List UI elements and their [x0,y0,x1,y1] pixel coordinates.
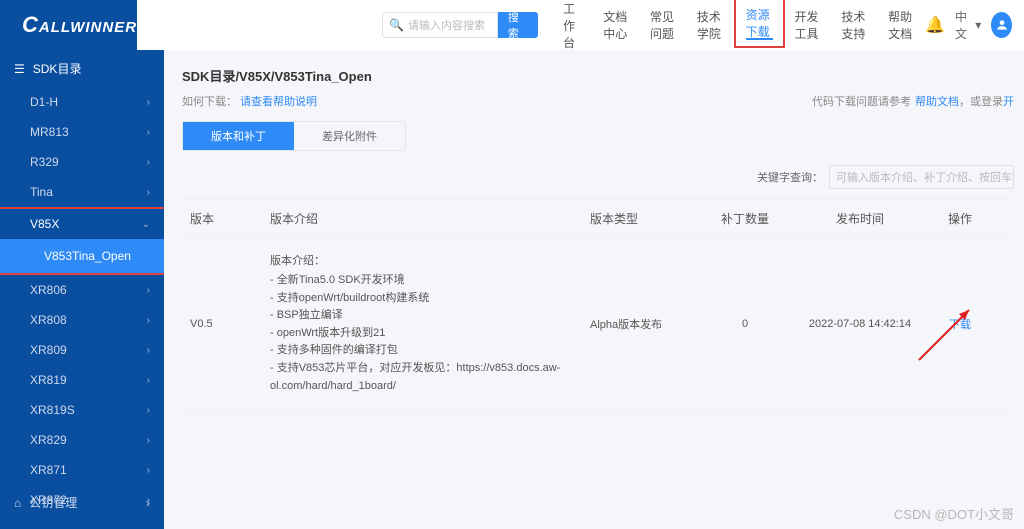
breadcrumb: SDK目录/V85X/V853Tina_Open [182,66,1014,85]
search-icon: 🔍 [389,18,404,32]
sidebar-item-Tina[interactable]: Tina› [0,177,164,207]
search-input[interactable]: 🔍 请输入内容搜索 [382,12,498,38]
sidebar-item-XR819[interactable]: XR819› [0,365,164,395]
sidebar-item-V85X[interactable]: V85X⌄ [0,209,164,239]
chevron-right-icon: › [147,315,150,326]
avatar[interactable] [991,12,1012,38]
sidebar-item-MR813[interactable]: MR813› [0,117,164,147]
desc-line: - 支持多种固件的编译打包 [270,342,590,360]
chevron-right-icon: › [147,345,150,356]
chevron-right-icon: › [147,157,150,168]
keyword-search-row: 关键字查询： 可输入版本介绍、补丁介绍、按回车键查询 [182,165,1014,189]
keyword-label: 关键字查询： [757,169,823,185]
nav-list: 工作台文档中心常见问题技术学院资源下载开发工具技术支持帮助文档 [553,0,925,50]
chevron-right-icon: › [147,375,150,386]
table-header: 版本 版本介绍 版本类型 补丁数量 发布时间 操作 [182,199,1014,238]
nav-7[interactable]: 帮助文档 [878,0,925,50]
chevron-right-icon: › [147,127,150,138]
chevron-right-icon: › [147,285,150,296]
sidebar-item-XR829[interactable]: XR829› [0,425,164,455]
sidebar-item-XR806[interactable]: XR806› [0,275,164,305]
sidebar-sub-V853Tina_Open[interactable]: V853Tina_Open [0,239,164,273]
nav-0[interactable]: 工作台 [553,0,593,50]
key-icon: ⌂ [14,496,21,510]
tabs: 版本和补丁差异化附件 [182,121,406,151]
chevron-right-icon: › [147,435,150,446]
nav-3[interactable]: 技术学院 [687,0,734,50]
search-placeholder: 请输入内容搜索 [408,17,485,33]
tab-1[interactable]: 差异化附件 [294,122,405,150]
desc-line: - BSP独立编译 [270,307,590,325]
col-version: 版本 [190,210,270,227]
col-patch: 补丁数量 [700,210,790,227]
search-wrap: 🔍 请输入内容搜索 搜索 [382,12,538,38]
keyword-input[interactable]: 可输入版本介绍、补丁介绍、按回车键查询 [829,165,1014,189]
nav-1[interactable]: 文档中心 [593,0,640,50]
nav-2[interactable]: 常见问题 [640,0,687,50]
sidebar-item-XR809[interactable]: XR809› [0,335,164,365]
col-desc: 版本介绍 [270,210,590,227]
logo-text: ALLWINNER [39,19,137,36]
cell-time: 2022-07-08 14:42:14 [790,318,930,330]
tab-0[interactable]: 版本和补丁 [183,122,294,150]
howto: 如何下载： 请查看帮助说明 [182,93,317,109]
sidebar-title: ☰ SDK目录 [0,50,164,87]
bell-icon[interactable]: 🔔 [925,15,945,35]
chevron-right-icon: › [147,187,150,198]
nav-6[interactable]: 技术支持 [831,0,878,50]
search-button[interactable]: 搜索 [498,12,538,38]
user-icon [995,18,1009,32]
desc-line: - 支持V853芯片平台，对应开发板见：https://v853.docs.aw… [270,360,590,395]
desc-line: - 全新Tina5.0 SDK开发环境 [270,272,590,290]
chevron-right-icon: › [146,496,150,510]
sidebar-item-D1-H[interactable]: D1-H› [0,87,164,117]
table-row: V0.5 版本介绍： - 全新Tina5.0 SDK开发环境- 支持openWr… [182,238,1014,410]
sidebar-footer[interactable]: ⌂ 公钥管理 › [0,486,164,519]
help-doc-link[interactable]: 帮助文档 [915,93,959,109]
col-type: 版本类型 [590,210,700,227]
chevron-right-icon: › [147,405,150,416]
howto-link[interactable]: 请查看帮助说明 [240,96,317,108]
chevron-right-icon: › [147,465,150,476]
col-time: 发布时间 [790,210,930,227]
download-link[interactable]: 下载 [930,316,990,332]
cell-patch: 0 [700,318,790,330]
chevron-down-icon: ▾ [975,18,981,32]
logo[interactable]: CALLWINNER [0,0,137,50]
nav-4[interactable]: 资源下载 [734,0,785,48]
chevron-down-icon: ⌄ [142,219,150,230]
nav-5[interactable]: 开发工具 [785,0,832,50]
main-content: SDK目录/V85X/V853Tina_Open 如何下载： 请查看帮助说明 代… [164,50,1024,529]
cell-type: Alpha版本发布 [590,316,700,332]
sidebar: ☰ SDK目录 D1-H›MR813›R329›Tina›V85X⌄V853Ti… [0,50,164,529]
sidebar-item-XR808[interactable]: XR808› [0,305,164,335]
col-op: 操作 [930,210,990,227]
menu-icon: ☰ [14,62,25,76]
cell-desc: 版本介绍： - 全新Tina5.0 SDK开发环境- 支持openWrt/bui… [270,252,590,395]
sidebar-item-R329[interactable]: R329› [0,147,164,177]
meta-note: 代码下载问题请参考 帮助文档 ，或登录 开 [812,93,1014,109]
desc-line: - openWrt版本升级到21 [270,325,590,343]
sidebar-item-XR819S[interactable]: XR819S› [0,395,164,425]
lang-switch[interactable]: 中文▾ [955,8,981,42]
header: CALLWINNER 🔍 请输入内容搜索 搜索 工作台文档中心常见问题技术学院资… [0,0,1024,50]
header-right: 🔔 中文▾ [925,8,1024,42]
watermark: CSDN @DOT小文哥 [894,504,1014,523]
cell-version: V0.5 [190,318,270,330]
chevron-right-icon: › [147,97,150,108]
sidebar-item-XR871[interactable]: XR871› [0,455,164,485]
desc-line: - 支持openWrt/buildroot构建系统 [270,290,590,308]
